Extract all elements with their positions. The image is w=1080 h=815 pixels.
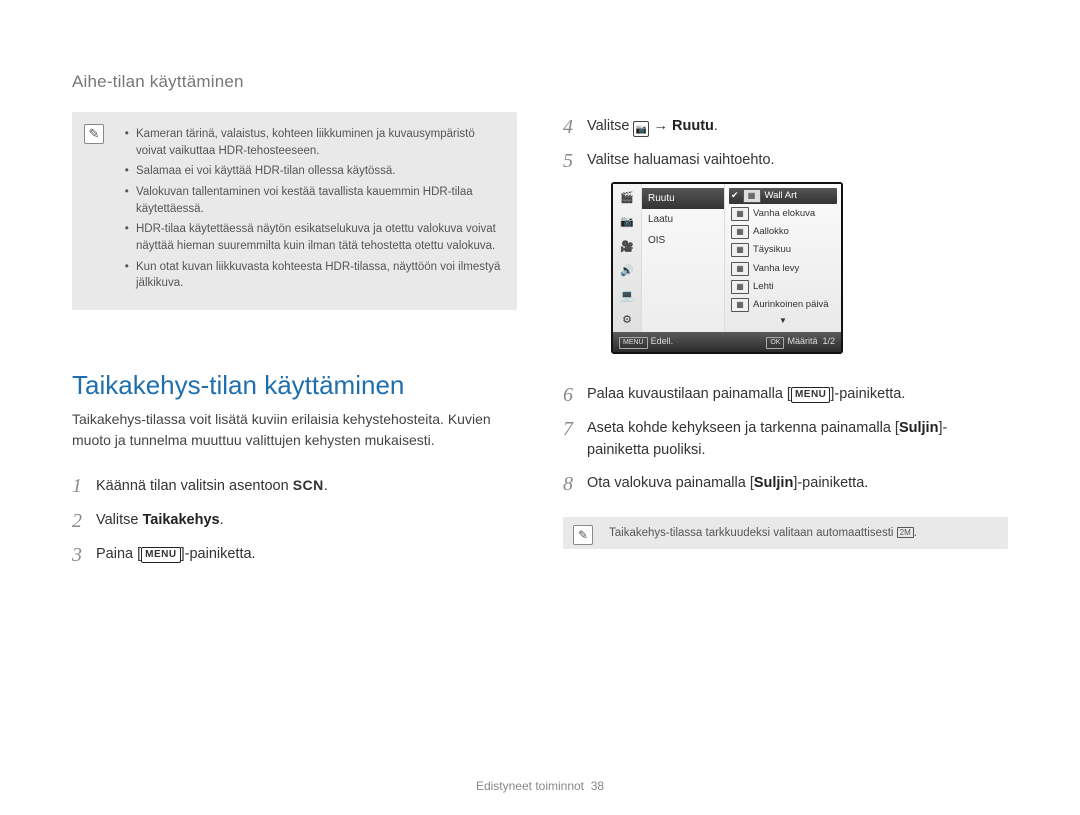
display-icon: 💻 bbox=[620, 288, 634, 305]
gear-icon: ⚙ bbox=[622, 312, 632, 329]
step-1-text: Käännä tilan valitsin asentoon bbox=[96, 478, 293, 494]
step-5-text: Valitse haluamasi vaihtoehto. bbox=[587, 152, 775, 168]
cam-page-indicator: 1/2 bbox=[822, 336, 835, 346]
cam-footer: MENUEdell. OKMääritä 1/2 bbox=[613, 332, 841, 353]
cam-option: ▦Aurinkoinen päivä bbox=[729, 297, 837, 313]
tip-box: ✎ Taikakehys-tilassa tarkkuudeksi valita… bbox=[563, 517, 1008, 549]
frame-icon: ▦ bbox=[731, 262, 749, 276]
steps-left: 1 Käännä tilan valitsin asentoon SCN. 2 … bbox=[72, 471, 517, 573]
cam-left-item: Laatu bbox=[648, 209, 718, 230]
note-item: HDR-tilaa käytettäessä näytön esikatselu… bbox=[132, 221, 503, 254]
step-4-text: Valitse bbox=[587, 118, 633, 134]
menu-button-icon: MENU bbox=[791, 387, 830, 403]
cam-option: ▦Aallokko bbox=[729, 224, 837, 240]
frame-icon: ▦ bbox=[731, 280, 749, 294]
page-footer: Edistyneet toiminnot 38 bbox=[0, 779, 1080, 793]
note-icon: ✎ bbox=[573, 525, 593, 545]
frame-icon: ▦ bbox=[743, 189, 761, 203]
note-item: Salamaa ei voi käyttää HDR-tilan ollessa… bbox=[132, 163, 503, 180]
step-4-option: Ruutu bbox=[672, 118, 714, 134]
cam-left-item: OIS bbox=[648, 230, 718, 251]
cam-option: ▦Lehti bbox=[729, 279, 837, 295]
camera-menu-preview: 🎬 📷 🎥 🔊 💻 ⚙ Ruutu Laatu OIS bbox=[611, 182, 843, 355]
breadcrumb: Aihe-tilan käyttäminen bbox=[72, 72, 1008, 92]
cam-side-icons: 🎬 📷 🎥 🔊 💻 ⚙ bbox=[613, 184, 642, 332]
cam-left-item: Ruutu bbox=[642, 188, 724, 209]
steps-right: 4 Valitse 📷 → Ruutu. 5 Valitse haluamasi… bbox=[563, 112, 1008, 503]
scene-icon: 🎬 bbox=[620, 190, 634, 207]
section-title: Taikakehys-tilan käyttäminen bbox=[72, 370, 517, 401]
frame-icon: ▦ bbox=[731, 207, 749, 221]
sound-icon: 🔊 bbox=[620, 263, 634, 280]
ok-button-icon: OK bbox=[766, 337, 784, 350]
resolution-badge: 2M bbox=[897, 527, 914, 538]
cam-option: ▦Vanha levy bbox=[729, 261, 837, 277]
section-desc: Taikakehys-tilassa voit lisätä kuviin er… bbox=[72, 409, 517, 451]
video-icon: 🎥 bbox=[620, 239, 634, 256]
cam-option: ▦Vanha elokuva bbox=[729, 206, 837, 222]
step-6-text: Palaa kuvaustilaan painamalla [ bbox=[587, 386, 791, 402]
shutter-button: Suljin bbox=[754, 475, 793, 491]
camera-icon: 📷 bbox=[620, 214, 634, 231]
note-item: Kameran tärinä, valaistus, kohteen liikk… bbox=[132, 126, 503, 159]
tip-text: Taikakehys-tilassa tarkkuudeksi valitaan… bbox=[609, 527, 897, 539]
menu-button-icon: MENU bbox=[141, 547, 180, 563]
step-7-text: Aseta kohde kehykseen ja tarkenna painam… bbox=[587, 420, 899, 436]
chevron-down-icon: ▼ bbox=[729, 315, 837, 327]
hdr-note-box: ✎ Kameran tärinä, valaistus, kohteen lii… bbox=[72, 112, 517, 310]
cam-option: ▦Täysikuu bbox=[729, 242, 837, 258]
step-3-text: Paina [ bbox=[96, 546, 141, 562]
step-2-text: Valitse bbox=[96, 512, 142, 528]
shutter-button: Suljin bbox=[899, 420, 938, 436]
cam-right-options: ✔▦Wall Art ▦Vanha elokuva ▦Aallokko ▦Täy… bbox=[725, 184, 841, 332]
note-item: Kun otat kuvan liikkuvasta kohteesta HDR… bbox=[132, 259, 503, 292]
cam-option: ✔▦Wall Art bbox=[729, 188, 837, 204]
menu-button-icon: MENU bbox=[619, 337, 648, 350]
frame-icon: ▦ bbox=[731, 225, 749, 239]
frame-icon: ▦ bbox=[731, 298, 749, 312]
step-8-text: Ota valokuva painamalla [ bbox=[587, 475, 754, 491]
note-icon: ✎ bbox=[84, 124, 104, 144]
note-item: Valokuvan tallentaminen voi kestää taval… bbox=[132, 184, 503, 217]
scn-mode-icon: SCN bbox=[293, 475, 324, 496]
cam-left-menu: Ruutu Laatu OIS bbox=[642, 184, 725, 332]
step-2-option: Taikakehys bbox=[142, 512, 219, 528]
camera-icon: 📷 bbox=[633, 121, 649, 137]
frame-icon: ▦ bbox=[731, 243, 749, 257]
